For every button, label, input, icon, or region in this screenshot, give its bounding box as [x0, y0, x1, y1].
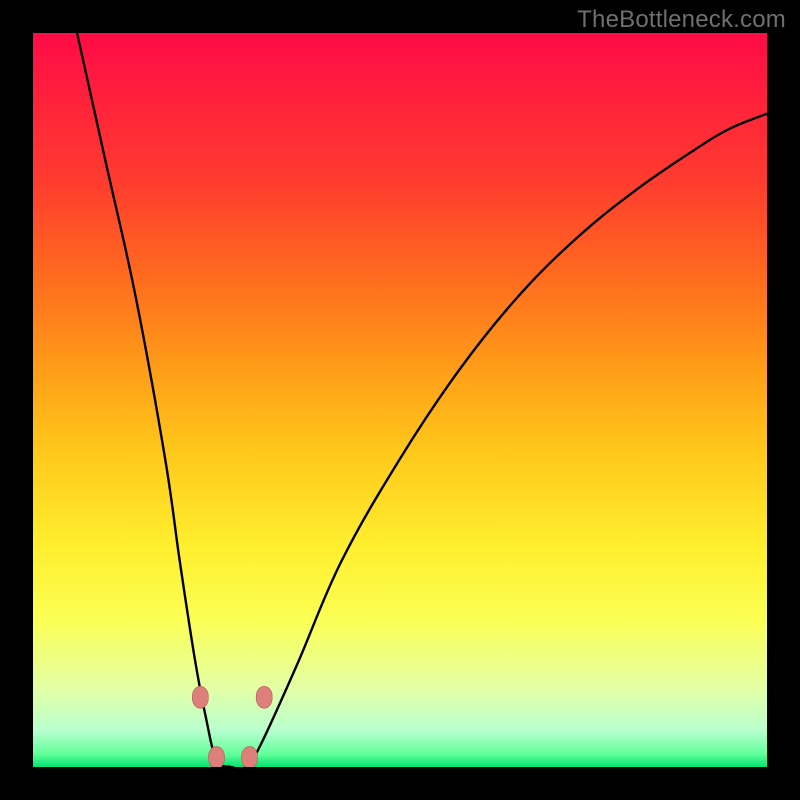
curve-marker-3 [242, 746, 258, 767]
curve-marker-2 [209, 746, 225, 767]
curve-markers [192, 686, 272, 767]
watermark-text: TheBottleneck.com [577, 6, 786, 34]
bottleneck-curve [77, 33, 767, 767]
gradient-plot-area [33, 33, 767, 767]
curve-marker-1 [256, 686, 272, 708]
curve-marker-0 [192, 686, 208, 708]
bottleneck-curve-svg [33, 33, 767, 767]
